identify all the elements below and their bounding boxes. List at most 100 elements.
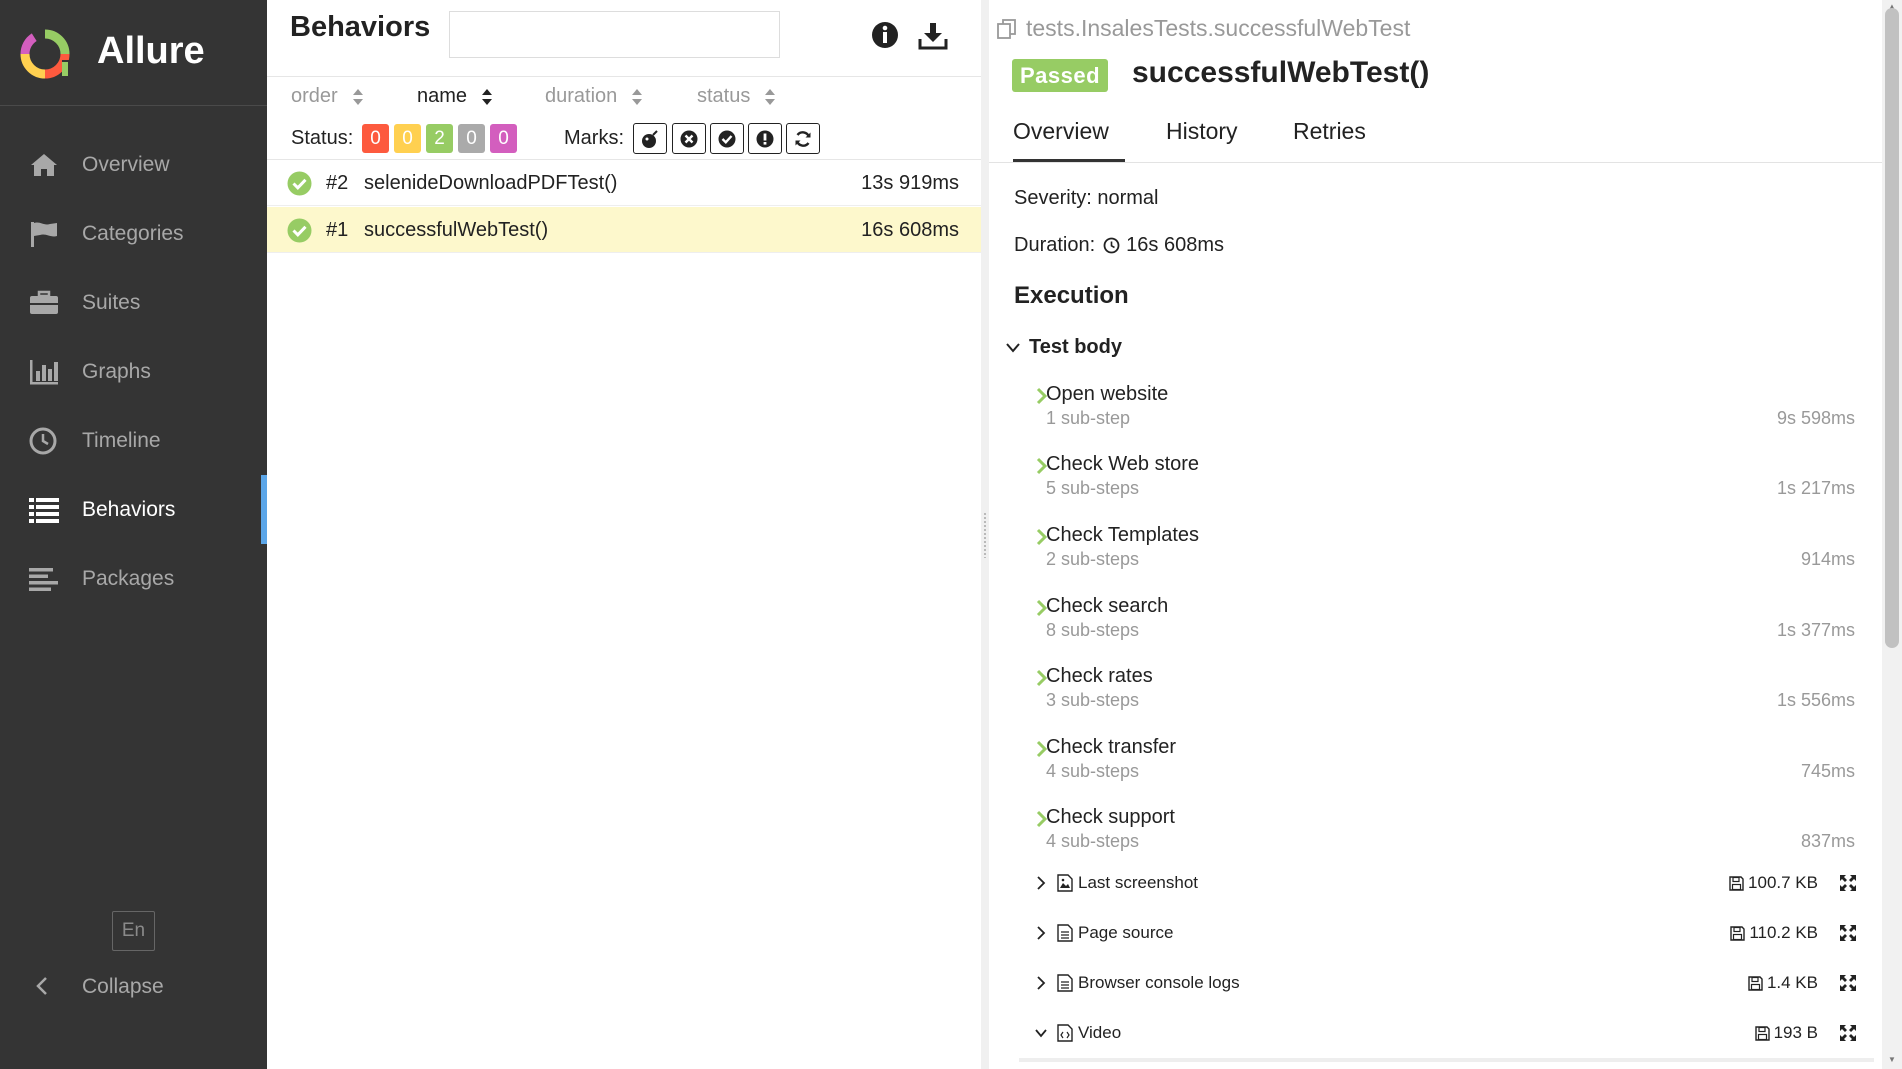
sidebar-item-suites[interactable]: Suites [0, 268, 267, 337]
step-substeps: 1 sub-step [1046, 408, 1131, 428]
attachment-name: Browser console logs [1078, 973, 1240, 992]
sort-name[interactable]: name [417, 85, 493, 108]
language-button[interactable]: En [112, 911, 155, 951]
test-body-toggle[interactable]: Test body [1005, 336, 1122, 359]
passed-status-icon [287, 218, 312, 243]
brand[interactable]: Allure [0, 0, 267, 106]
flag-icon [31, 222, 57, 247]
sidebar-item-label: Overview [82, 152, 170, 176]
mark-new-passed-button[interactable] [710, 123, 744, 154]
sidebar-item-timeline[interactable]: Timeline [0, 406, 267, 475]
expand-icon[interactable] [1838, 923, 1858, 943]
duration: Duration: 16s 608ms [1014, 234, 1224, 257]
expand-icon[interactable] [1838, 873, 1858, 893]
expand-icon[interactable] [1838, 973, 1858, 993]
step-row[interactable]: Open website 1 sub-step 9s 598ms [1035, 382, 1855, 442]
step-substeps: 4 sub-steps [1046, 761, 1140, 781]
scrollbar[interactable]: ▲ ▼ [1882, 0, 1902, 1069]
attachment-size-value: 193 B [1773, 1023, 1818, 1042]
sidebar-item-overview[interactable]: Overview [0, 130, 267, 199]
tree-pane: Behaviors order name duration status Sta… [267, 0, 981, 1069]
step-duration: 1s 377ms [1776, 620, 1855, 640]
new-broken-icon [756, 130, 774, 147]
attachment-size: 1.4 KB [1748, 973, 1818, 993]
divider [267, 76, 981, 77]
download-icon[interactable] [918, 20, 948, 50]
attachment-row-expanded[interactable]: Video 193 B [1035, 1016, 1858, 1052]
splitter-grip [983, 512, 987, 558]
attachment-size-value: 1.4 KB [1766, 973, 1818, 992]
breadcrumb-text: tests.InsalesTests.successfulWebTest [1026, 15, 1411, 41]
scroll-down-icon[interactable]: ▼ [1888, 1055, 1896, 1064]
step-substeps: 3 sub-steps [1046, 690, 1140, 710]
step-row[interactable]: Check rates 3 sub-steps 1s 556ms [1035, 664, 1855, 724]
save-icon [1730, 925, 1746, 941]
collapse-button[interactable]: Collapse [0, 966, 267, 1006]
execution-title: Execution [1014, 282, 1129, 309]
step-row[interactable]: Check search 8 sub-steps 1s 377ms [1035, 594, 1855, 654]
scrollbar-thumb[interactable] [1885, 8, 1899, 648]
pane-title: Behaviors [290, 11, 431, 43]
chevron-right-icon [1037, 976, 1046, 990]
collapse-label: Collapse [82, 975, 164, 998]
list-icon [29, 498, 59, 523]
step-row[interactable]: Check support 4 sub-steps 837ms [1035, 805, 1855, 865]
tree-row-selected[interactable]: #1 successfulWebTest() 16s 608ms [267, 207, 981, 253]
search-input[interactable] [449, 11, 780, 58]
sort-icon [482, 88, 493, 105]
sidebar-item-label: Categories [82, 221, 184, 245]
duration-label: Duration: [1014, 234, 1096, 256]
mark-flaky-button[interactable] [633, 123, 667, 154]
code-file-icon [1057, 1024, 1073, 1042]
chevron-right-icon [1037, 876, 1046, 890]
step-duration: 1s 556ms [1776, 690, 1855, 710]
mark-new-broken-button[interactable] [748, 123, 782, 154]
status-filter-skipped[interactable]: 0 [458, 124, 485, 153]
mark-retries-button[interactable] [786, 123, 820, 154]
pane-splitter[interactable] [981, 0, 989, 1069]
mark-new-failed-button[interactable] [672, 123, 706, 154]
step-substeps: 8 sub-steps [1046, 620, 1140, 640]
retries-icon [795, 130, 811, 147]
step-row[interactable]: Check transfer 4 sub-steps 745ms [1035, 735, 1855, 795]
breadcrumb[interactable]: tests.InsalesTests.successfulWebTest [996, 15, 1410, 42]
test-body-label: Test body [1029, 336, 1122, 358]
sidebar-item-packages[interactable]: Packages [0, 544, 267, 613]
attachment-size-value: 100.7 KB [1748, 873, 1818, 892]
status-filter-failed[interactable]: 0 [362, 124, 389, 153]
tab-overview[interactable]: Overview [1013, 118, 1125, 162]
tree-row[interactable]: #2 selenideDownloadPDFTest() 13s 919ms [267, 160, 981, 206]
status-filter-broken[interactable]: 0 [394, 124, 421, 153]
tab-retries[interactable]: Retries [1293, 118, 1366, 162]
sort-status[interactable]: status [697, 85, 776, 108]
sort-duration[interactable]: duration [545, 85, 643, 108]
filter-bar: Status: 0 0 2 0 0 Marks: [267, 122, 981, 154]
step-duration: 9s 598ms [1776, 408, 1855, 428]
clock-icon [29, 427, 57, 455]
status-filter-passed[interactable]: 2 [426, 124, 453, 153]
step-name: Check search [1046, 595, 1169, 617]
attachment-row[interactable]: Browser console logs 1.4 KB [1035, 966, 1858, 1002]
tab-bar: Overview History Retries [989, 110, 1882, 163]
sidebar-item-categories[interactable]: Categories [0, 199, 267, 268]
tab-history[interactable]: History [1166, 118, 1238, 162]
sort-label: status [697, 85, 751, 107]
sidebar-item-behaviors[interactable]: Behaviors [0, 475, 267, 544]
info-icon[interactable] [871, 21, 899, 49]
sidebar-item-label: Graphs [82, 359, 151, 383]
sidebar-nav: Overview Categories Suites Graphs Timeli… [0, 130, 267, 613]
step-row[interactable]: Check Web store 5 sub-steps 1s 217ms [1035, 452, 1855, 512]
step-name: Open website [1046, 383, 1169, 405]
expand-icon[interactable] [1838, 1023, 1858, 1043]
attachment-row[interactable]: Page source 110.2 KB [1035, 916, 1858, 952]
attachment-size-value: 110.2 KB [1749, 923, 1818, 942]
step-substeps: 2 sub-steps [1046, 549, 1140, 569]
chevron-down-icon [1006, 342, 1020, 353]
step-row[interactable]: Check Templates 2 sub-steps 914ms [1035, 523, 1855, 583]
sort-order[interactable]: order [291, 85, 364, 108]
attachment-name: Last screenshot [1078, 873, 1199, 892]
status-filter-unknown[interactable]: 0 [490, 124, 517, 153]
sidebar-item-graphs[interactable]: Graphs [0, 337, 267, 406]
sort-icon [352, 88, 363, 105]
attachment-row[interactable]: Last screenshot 100.7 KB [1035, 866, 1858, 902]
